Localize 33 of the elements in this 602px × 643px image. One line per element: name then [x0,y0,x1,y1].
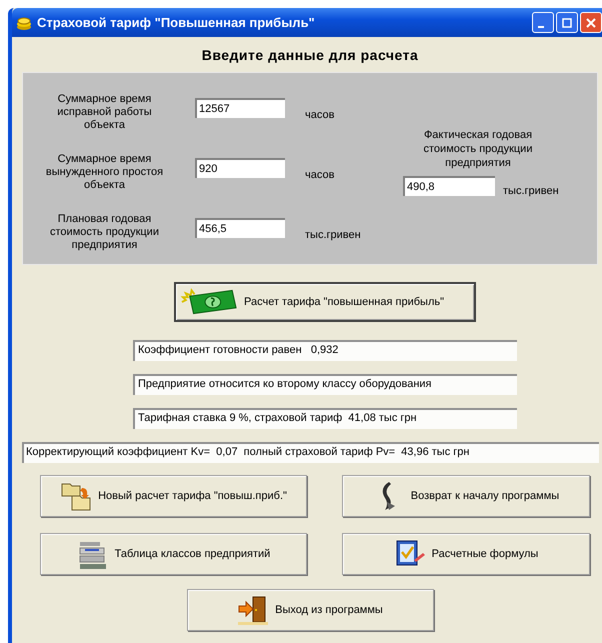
door-exit-icon [237,594,270,626]
action-button[interactable]: Новый расчет тарифа "повыш.приб." [40,475,307,517]
action-button[interactable]: Возврат к началу программы [342,475,590,517]
input-field[interactable]: 12567 [195,98,285,118]
close-button[interactable] [580,12,602,33]
unit-label: тыс.гривен [503,185,559,197]
maximize-button[interactable] [556,12,578,33]
banknote-icon [180,287,238,317]
exit-button[interactable]: Выход из программы [186,589,434,631]
field-label: Суммарное время исправной работы объекта [56,92,153,132]
input-field[interactable]: 456,5 [195,218,285,238]
unit-label: часов [305,169,334,181]
action-button[interactable]: Расчетные формулы [342,533,590,575]
window-title: Страховой тариф "Повышенная прибыль" [37,15,316,30]
input-field[interactable]: 490,8 [403,176,495,196]
minimize-button[interactable] [532,12,554,33]
unit-label: тыс.гривен [305,229,361,241]
result-field: Тарифная ставка 9 %, страховой тариф 41,08 тыс грн [133,408,517,429]
field-label: Суммарное время вынужденного простоя объекта [44,152,164,192]
field-label: Плановая годовая стоимость продукции предприятия [49,212,160,252]
action-button[interactable]: Таблица классов предприятий [40,533,307,575]
result-field: Предприятие относится ко второму классу оборудования [133,374,517,395]
minimize-icon [538,26,544,28]
maximize-icon [562,18,572,28]
input-field[interactable]: 920 [195,158,285,178]
coin-stack-icon [16,14,32,30]
result-field: Коэффициент готовности равен 0,932 [133,340,517,361]
result-field: Корректирующий коэффициент Kv= 0,07 полный страховой тариф Pv= 43,96 тыс грн [22,442,599,463]
close-icon [586,18,596,28]
field-label: Фактическая годовая стоимость продукции предприятия [422,128,534,170]
form-heading: Введите данные для расчета [200,47,420,65]
calculate-button[interactable]: Расчет тарифа "повышенная прибыль" [174,282,476,322]
unit-label: часов [305,109,334,121]
